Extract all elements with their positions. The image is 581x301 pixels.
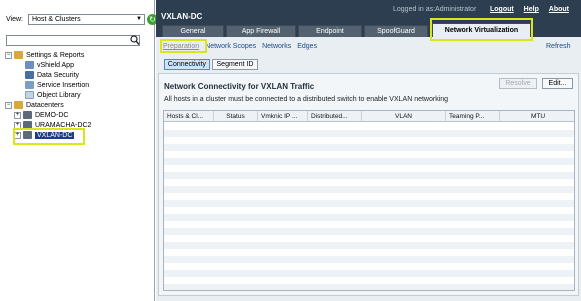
- table-row: [164, 179, 574, 186]
- expand-icon[interactable]: +: [14, 111, 21, 119]
- tab-general[interactable]: General: [162, 25, 224, 37]
- table-row: [164, 277, 574, 284]
- info-text: All hosts in a cluster must be connected…: [164, 96, 449, 103]
- vshield-app-icon: [25, 61, 34, 70]
- tab-app-firewall[interactable]: App Firewall: [226, 25, 296, 37]
- column-vlan[interactable]: VLAN: [362, 111, 446, 122]
- edit-button[interactable]: Edit...: [542, 78, 573, 89]
- collapse-icon[interactable]: −: [5, 51, 12, 59]
- column-hosts-clusters[interactable]: Hosts & Cl...: [164, 111, 214, 122]
- table-row: [164, 263, 574, 270]
- logout-link[interactable]: Logout: [490, 6, 514, 13]
- column-distributed[interactable]: Distributed...: [308, 111, 362, 122]
- table-header: Hosts & Cl... Status Vmknic IP ... Distr…: [164, 111, 574, 122]
- tab-endpoint[interactable]: Endpoint: [298, 25, 362, 37]
- tree-item-datacenters[interactable]: − Datacenters: [5, 101, 64, 111]
- tree-item-object-library[interactable]: Object Library: [25, 91, 81, 101]
- page-title: VXLAN-DC: [161, 12, 203, 21]
- about-link[interactable]: About: [549, 6, 569, 13]
- table-row: [164, 256, 574, 263]
- tree-label: DEMO-DC: [35, 112, 69, 119]
- folder-settings-icon: [14, 51, 23, 60]
- collapse-icon[interactable]: −: [5, 101, 12, 109]
- tree-item-vshield-app[interactable]: vShield App: [25, 61, 74, 71]
- tree-label: vShield App: [37, 62, 74, 69]
- table-row: [164, 284, 574, 290]
- table-row: [164, 137, 574, 144]
- main-panel: VXLAN-DC Logged in as:Administrator Logo…: [156, 0, 581, 301]
- table-row: [164, 235, 574, 242]
- folder-icon: [14, 101, 23, 110]
- resolve-button[interactable]: Resolve: [499, 78, 537, 89]
- subnav-edges[interactable]: Edges: [297, 43, 317, 50]
- table-row: [164, 123, 574, 130]
- tree-item-service-insertion[interactable]: Service Insertion: [25, 81, 89, 91]
- table-row: [164, 221, 574, 228]
- tree-label: Settings & Reports: [26, 52, 85, 59]
- tree-label: Data Security: [37, 72, 80, 79]
- table-row: [164, 207, 574, 214]
- table-row: [164, 270, 574, 277]
- column-status[interactable]: Status: [214, 111, 258, 122]
- column-vmknic-ip[interactable]: Vmknic IP ...: [258, 111, 308, 122]
- logged-in-text: Logged in as:Administrator: [393, 6, 477, 13]
- table-row: [164, 130, 574, 137]
- highlight-box: [13, 128, 85, 145]
- table-row: [164, 214, 574, 221]
- table-row: [164, 172, 574, 179]
- object-library-icon: [25, 91, 34, 100]
- connectivity-section: Network Connectivity for VXLAN Traffic R…: [158, 73, 579, 296]
- data-security-icon: [25, 71, 34, 80]
- tree-item-demo-dc[interactable]: + DEMO-DC: [14, 111, 68, 121]
- table-row: [164, 193, 574, 200]
- table-row: [164, 165, 574, 172]
- table-row: [164, 242, 574, 249]
- section-title: Network Connectivity for VXLAN Traffic: [164, 82, 315, 91]
- search-icon[interactable]: [130, 34, 140, 46]
- table-row: [164, 151, 574, 158]
- column-mtu[interactable]: MTU: [500, 111, 574, 122]
- service-insertion-icon: [25, 81, 34, 90]
- table-row: [164, 186, 574, 193]
- table-row: [164, 158, 574, 165]
- user-links: Logout Help About: [490, 6, 577, 13]
- tree-label: Service Insertion: [37, 82, 90, 89]
- help-link[interactable]: Help: [524, 6, 539, 13]
- inventory-panel: View: Host & Clusters ▼ ↻ − Settings & Re…: [0, 0, 158, 301]
- tab-segment-id[interactable]: Segment ID: [212, 59, 258, 70]
- view-dropdown-value: Host & Clusters: [32, 16, 81, 23]
- refresh-link[interactable]: Refresh: [546, 43, 571, 50]
- table-row: [164, 200, 574, 207]
- view-selector-row: View: Host & Clusters ▼ ↻: [6, 14, 158, 26]
- table-row: [164, 144, 574, 151]
- table-row: [164, 249, 574, 256]
- view-dropdown[interactable]: Host & Clusters ▼: [28, 14, 145, 25]
- tab-connectivity[interactable]: Connectivity: [164, 59, 210, 70]
- view-label: View:: [6, 16, 23, 23]
- tab-spoofguard[interactable]: SpoofGuard: [364, 25, 428, 37]
- connectivity-table: Hosts & Cl... Status Vmknic IP ... Distr…: [163, 110, 575, 291]
- table-row: [164, 228, 574, 235]
- highlight-box: [160, 39, 207, 53]
- tree-label: Object Library: [37, 92, 81, 99]
- highlight-box: [430, 18, 533, 41]
- chevron-down-icon: ▼: [136, 16, 142, 22]
- subnav-networks[interactable]: Networks: [262, 43, 291, 50]
- tree-label: Datacenters: [26, 102, 64, 109]
- subnav-network-scopes[interactable]: Network Scopes: [205, 43, 256, 50]
- datacenter-icon: [23, 111, 32, 120]
- tree-item-data-security[interactable]: Data Security: [25, 71, 79, 81]
- tree-item-settings[interactable]: − Settings & Reports: [5, 51, 84, 61]
- search-input[interactable]: [6, 35, 140, 46]
- column-teaming-policy[interactable]: Teaming P...: [446, 111, 500, 122]
